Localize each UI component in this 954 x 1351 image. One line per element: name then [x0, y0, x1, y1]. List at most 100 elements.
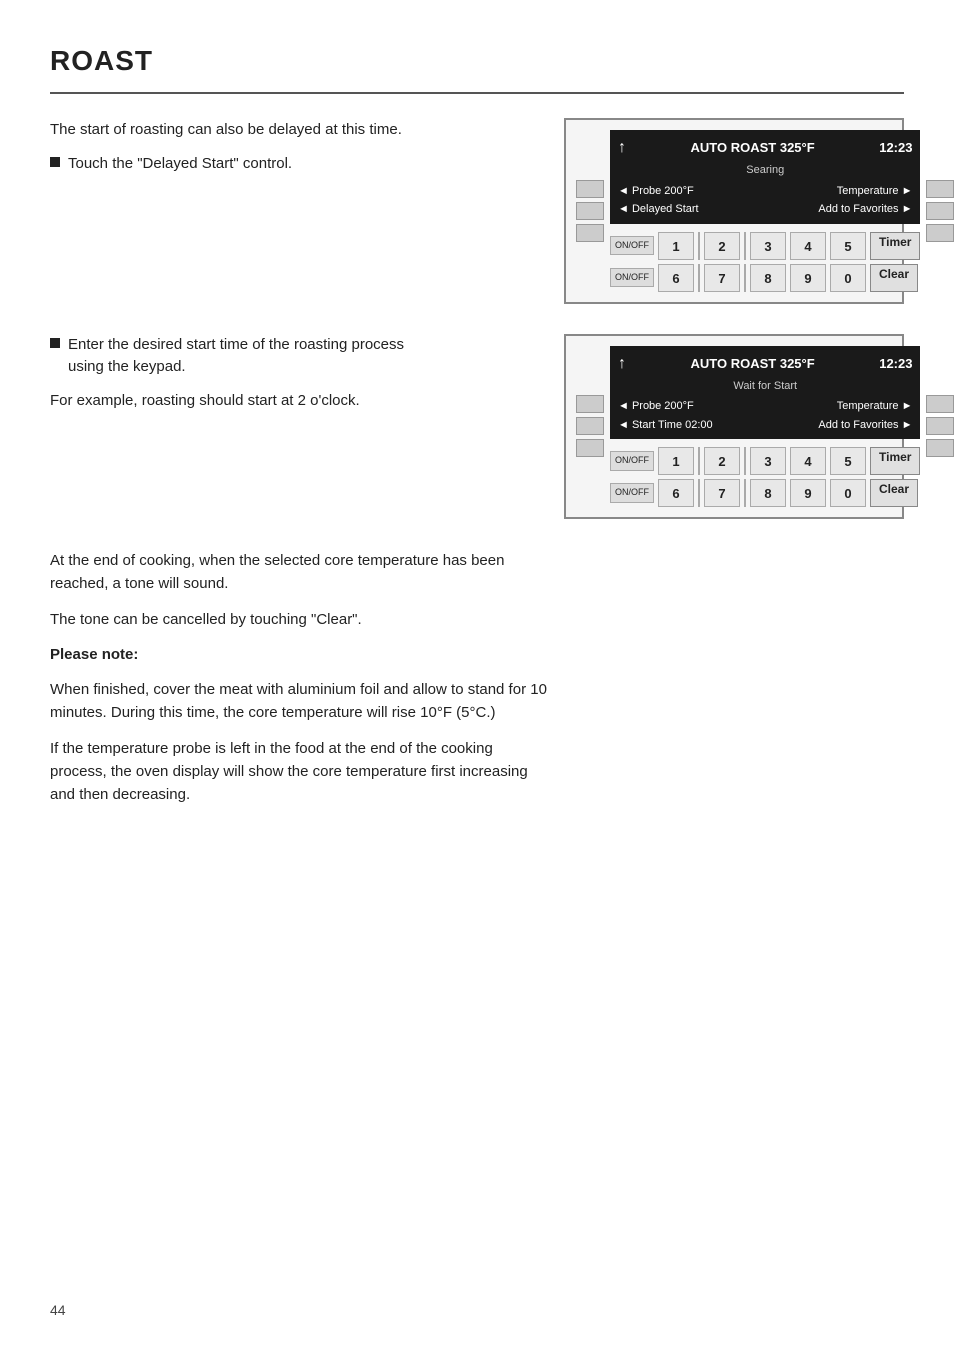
panel2-up-arrow: ↑ — [618, 352, 626, 376]
divider — [50, 92, 904, 94]
panel1-sep4 — [744, 264, 746, 292]
bullet-icon — [50, 157, 60, 167]
panel1-onoff1[interactable]: ON/OFF — [610, 236, 654, 256]
oven-panel-2: ↑ AUTO ROAST 325°F 12:23 Wait for Start … — [564, 334, 904, 520]
side-btn-right-3[interactable] — [926, 224, 954, 242]
section1-para1: The start of roasting can also be delaye… — [50, 118, 430, 141]
panel2-key-2[interactable]: 2 — [704, 447, 740, 475]
section1-bullet1: Touch the "Delayed Start" control. — [50, 153, 430, 176]
panel2-key-6[interactable]: 6 — [658, 479, 694, 507]
panel1-col: ↑ AUTO ROAST 325°F 12:23 Searing ◄ Probe… — [460, 118, 904, 304]
panel1-display-row1: ◄ Probe 200°F Temperature ► — [618, 183, 912, 200]
panel1-display-time: 12:23 — [879, 138, 912, 158]
section3-note-header: Please note: — [50, 643, 550, 666]
panel1-key-7[interactable]: 7 — [704, 264, 740, 292]
panel1-display-title: AUTO ROAST 325°F — [626, 138, 879, 158]
panel1-probe: ◄ Probe 200°F — [618, 183, 694, 200]
panel1-timer-btn[interactable]: Timer — [870, 232, 920, 260]
panel1-temp: Temperature ► — [837, 183, 913, 200]
panel1-key-1[interactable]: 1 — [658, 232, 694, 260]
panel2-display-subtitle: Wait for Start — [618, 378, 912, 395]
panel1-display: ↑ AUTO ROAST 325°F 12:23 Searing ◄ Probe… — [610, 130, 920, 224]
panel2-sep3 — [698, 479, 700, 507]
panel1-onoff2[interactable]: ON/OFF — [610, 268, 654, 288]
panel2-probe: ◄ Probe 200°F — [618, 398, 694, 415]
side-btn2-right-1[interactable] — [926, 395, 954, 413]
panel1-clear-btn[interactable]: Clear — [870, 264, 918, 292]
panel2-keyrow1: ON/OFF 1 2 3 4 5 Timer — [610, 447, 920, 475]
panel2-key-0[interactable]: 0 — [830, 479, 866, 507]
section3-note2: If the temperature probe is left in the … — [50, 737, 550, 807]
panel2-key-4[interactable]: 4 — [790, 447, 826, 475]
panel2-sep2 — [744, 447, 746, 475]
section2: Enter the desired start time of the roas… — [50, 334, 904, 520]
panel2-inner: ↑ AUTO ROAST 325°F 12:23 Wait for Start … — [610, 346, 920, 508]
panel1-keyrow1: ON/OFF 1 2 3 4 5 Timer — [610, 232, 920, 260]
side-btn2-right-3[interactable] — [926, 439, 954, 457]
panel1-key-5[interactable]: 5 — [830, 232, 866, 260]
panel2-timer-btn[interactable]: Timer — [870, 447, 920, 475]
section1: The start of roasting can also be delaye… — [50, 118, 904, 304]
panel1-display-top: ↑ AUTO ROAST 325°F 12:23 — [618, 136, 912, 160]
panel2-key-3[interactable]: 3 — [750, 447, 786, 475]
side-btn2-left-2[interactable] — [576, 417, 604, 435]
panel1-probe-label: ◄ Probe — [618, 183, 661, 200]
panel2-keypad: ON/OFF 1 2 3 4 5 Timer ON/OFF 6 — [610, 447, 920, 507]
panel2-temp: Temperature ► — [837, 398, 913, 415]
panel2-onoff1[interactable]: ON/OFF — [610, 451, 654, 471]
page-title: ROAST — [50, 40, 904, 82]
panel1-keypad: ON/OFF 1 2 3 4 5 Timer ON/OFF 6 — [610, 232, 920, 292]
side-btn-left-3[interactable] — [576, 224, 604, 242]
panel2-sep4 — [744, 479, 746, 507]
section3-para1: At the end of cooking, when the selected… — [50, 549, 550, 596]
panel2-clear-btn[interactable]: Clear — [870, 479, 918, 507]
panel2-display-row2: ◄ Start Time 02:00 Add to Favorites ► — [618, 417, 912, 434]
panel2-probe-val: 200°F — [664, 398, 693, 415]
panel2-display-row1: ◄ Probe 200°F Temperature ► — [618, 398, 912, 415]
panel1-up-arrow: ↑ — [618, 136, 626, 160]
panel1-keyrow2: ON/OFF 6 7 8 9 0 Clear — [610, 264, 920, 292]
side-btn-right-1[interactable] — [926, 180, 954, 198]
panel1-inner: ↑ AUTO ROAST 325°F 12:23 Searing ◄ Probe… — [610, 130, 920, 292]
panel2-display-time: 12:23 — [879, 354, 912, 374]
panel2-probe-label: ◄ Probe — [618, 398, 661, 415]
panel1-probe-val: 200°F — [664, 183, 693, 200]
panel2-key-5[interactable]: 5 — [830, 447, 866, 475]
panel1-key-3[interactable]: 3 — [750, 232, 786, 260]
panel1-outer: ↑ AUTO ROAST 325°F 12:23 Searing ◄ Probe… — [576, 130, 892, 292]
panel1-key-0[interactable]: 0 — [830, 264, 866, 292]
panel2-outer: ↑ AUTO ROAST 325°F 12:23 Wait for Start … — [576, 346, 892, 508]
panel1-sep3 — [698, 264, 700, 292]
side-btn2-left-1[interactable] — [576, 395, 604, 413]
panel2-col: ↑ AUTO ROAST 325°F 12:23 Wait for Start … — [460, 334, 904, 520]
panel2-key-1[interactable]: 1 — [658, 447, 694, 475]
panel1-display-row2: ◄ Delayed Start Add to Favorites ► — [618, 201, 912, 218]
panel1-key-2[interactable]: 2 — [704, 232, 740, 260]
panel1-display-subtitle: Searing — [618, 162, 912, 179]
oven-panel-1: ↑ AUTO ROAST 325°F 12:23 Searing ◄ Probe… — [564, 118, 904, 304]
panel1-key-4[interactable]: 4 — [790, 232, 826, 260]
panel2-left-buttons — [576, 346, 604, 508]
panel1-sep1 — [698, 232, 700, 260]
section2-bullet1: Enter the desired start time of the roas… — [50, 334, 430, 379]
panel1-key-9[interactable]: 9 — [790, 264, 826, 292]
section3-note1: When finished, cover the meat with alumi… — [50, 678, 550, 725]
section2-para1: For example, roasting should start at 2 … — [50, 389, 430, 412]
panel2-start-time: ◄ Start Time 02:00 — [618, 417, 713, 434]
side-btn-right-2[interactable] — [926, 202, 954, 220]
panel2-key-8[interactable]: 8 — [750, 479, 786, 507]
panel2-add-favorites: Add to Favorites ► — [818, 417, 912, 434]
panel2-onoff2[interactable]: ON/OFF — [610, 483, 654, 503]
side-btn-left-2[interactable] — [576, 202, 604, 220]
panel1-right-buttons — [926, 130, 954, 292]
panel1-key-8[interactable]: 8 — [750, 264, 786, 292]
side-btn2-left-3[interactable] — [576, 439, 604, 457]
panel2-key-7[interactable]: 7 — [704, 479, 740, 507]
side-btn-left-1[interactable] — [576, 180, 604, 198]
panel2-key-9[interactable]: 9 — [790, 479, 826, 507]
page-number: 44 — [50, 1300, 66, 1321]
panel2-sep1 — [698, 447, 700, 475]
panel1-delayed-start: ◄ Delayed Start — [618, 201, 699, 218]
side-btn2-right-2[interactable] — [926, 417, 954, 435]
panel1-key-6[interactable]: 6 — [658, 264, 694, 292]
